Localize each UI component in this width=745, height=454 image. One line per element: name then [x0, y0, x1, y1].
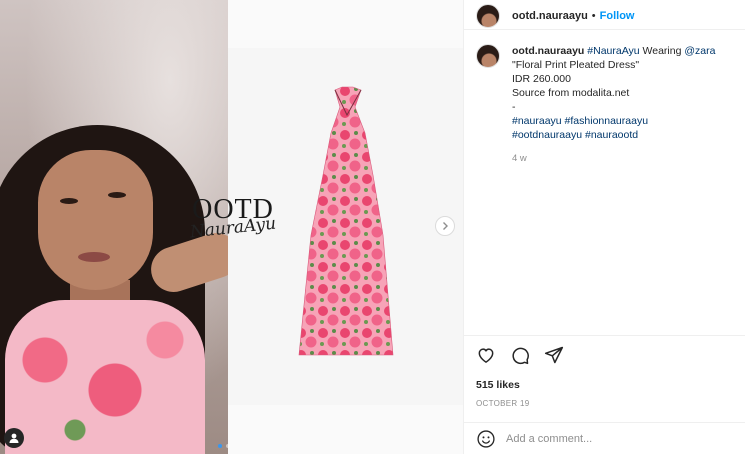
post-date[interactable]: OCTOBER 19	[476, 399, 530, 408]
carousel-dots	[218, 444, 230, 448]
comment-icon	[512, 347, 529, 365]
ootd-watermark: OOTD NauraAyu	[168, 196, 298, 256]
hashtag-fashionnauraayu[interactable]: #fashionnauraayu	[565, 115, 648, 127]
caption-source: Source from modalita.net	[512, 87, 630, 99]
emoji-icon[interactable]	[476, 429, 496, 449]
post-media-carousel[interactable]: OOTD NauraAyu	[0, 0, 463, 454]
post-sidebar: ootd.nauraayu • Follow ootd.nauraayu #Na…	[463, 0, 745, 454]
caption-avatar[interactable]	[476, 44, 500, 68]
mention-zara[interactable]: @zara	[684, 45, 715, 57]
follow-button[interactable]: Follow	[600, 10, 635, 22]
floral-dress-image	[298, 86, 394, 356]
likes-count[interactable]: 515 likes	[476, 379, 520, 391]
caption-time-ago[interactable]: 4 w	[512, 152, 732, 166]
carousel-dot-2	[226, 444, 230, 448]
like-button[interactable]	[476, 345, 498, 367]
hashtag-nauraayu-main[interactable]: #NauraAyu	[587, 45, 639, 57]
share-button[interactable]	[544, 345, 566, 367]
next-image-button[interactable]	[435, 216, 455, 236]
paper-plane-icon	[544, 346, 564, 364]
action-bar	[476, 345, 566, 367]
avatar[interactable]	[476, 4, 500, 28]
hashtag-nauraootd[interactable]: #nauraootd	[585, 129, 638, 141]
chevron-right-icon	[443, 222, 448, 230]
comments-area: ootd.nauraayu #NauraAyu Wearing @zara "F…	[464, 30, 745, 336]
hashtag-nauraayu[interactable]: #nauraayu	[512, 115, 562, 127]
caption: ootd.nauraayu #NauraAyu Wearing @zara "F…	[476, 44, 733, 166]
comment-button[interactable]	[510, 345, 532, 367]
header-separator: •	[591, 10, 596, 22]
heart-icon	[478, 348, 494, 363]
comment-input[interactable]	[506, 432, 726, 445]
add-comment-bar	[464, 422, 745, 454]
carousel-dot-1	[218, 444, 222, 448]
caption-dress-name: "Floral Print Pleated Dress"	[512, 59, 640, 71]
post-header: ootd.nauraayu • Follow	[464, 0, 745, 30]
caption-price: IDR 260.000	[512, 73, 571, 85]
caption-divider: -	[512, 101, 516, 113]
caption-wearing: Wearing	[642, 45, 682, 57]
caption-username[interactable]: ootd.nauraayu	[512, 45, 584, 57]
user-tag-icon[interactable]	[4, 428, 24, 448]
instagram-post: OOTD NauraAyu ootd.nauraayu • Follow oot…	[0, 0, 745, 454]
header-username[interactable]: ootd.nauraayu	[512, 10, 588, 22]
caption-text: ootd.nauraayu #NauraAyu Wearing @zara "F…	[512, 44, 732, 166]
hashtag-ootdnauraayu[interactable]: #ootdnauraayu	[512, 129, 582, 141]
